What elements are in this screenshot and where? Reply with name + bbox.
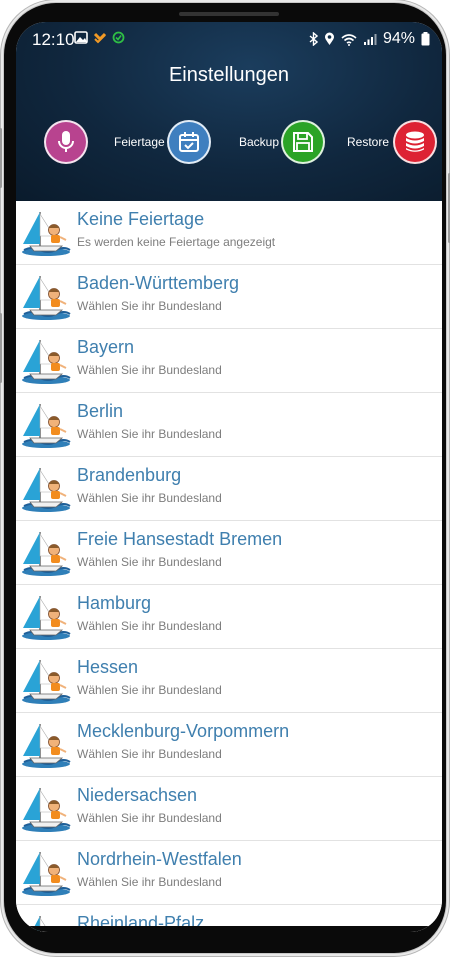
sailboat-mascot-icon (22, 340, 71, 384)
microphone-icon (58, 131, 74, 152)
phone-frame: 12:10 94% Einstellungen Feiertage Backup… (0, 3, 450, 953)
sailboat-mascot-icon (22, 468, 71, 512)
power-button (0, 313, 2, 383)
status-bar: 12:10 94% (16, 22, 442, 56)
image-icon (74, 31, 88, 44)
volume-button (0, 128, 2, 188)
list-item-subtitle: Wählen Sie ihr Bundesland (77, 363, 222, 377)
list-item-8[interactable]: Mecklenburg-Vorpommern Wählen Sie ihr Bu… (16, 713, 442, 777)
list-item-0[interactable]: Keine Feiertage Es werden keine Feiertag… (16, 201, 442, 265)
signal-icon (363, 33, 377, 45)
feiertage-label: Feiertage (114, 135, 165, 149)
database-icon (406, 131, 424, 152)
list-item-title: Niedersachsen (77, 785, 198, 805)
list-item-6[interactable]: Hamburg Wählen Sie ihr Bundesland (16, 585, 442, 649)
bottom-bezel (16, 926, 442, 932)
sailboat-mascot-icon (22, 404, 71, 448)
list-item-subtitle: Wählen Sie ihr Bundesland (77, 427, 222, 441)
wifi-icon (341, 33, 357, 46)
list-item-subtitle: Wählen Sie ihr Bundesland (77, 747, 222, 761)
backup-label: Backup (239, 135, 280, 149)
microphone-button[interactable] (44, 120, 88, 164)
status-time: 12:10 (32, 30, 75, 49)
sailboat-mascot-icon (22, 532, 71, 576)
sync-icon (112, 31, 125, 44)
location-icon (324, 32, 334, 45)
list-item-9[interactable]: Niedersachsen Wählen Sie ihr Bundesland (16, 777, 442, 841)
screen: 12:10 94% Einstellungen Feiertage Backup… (16, 22, 442, 932)
sailboat-mascot-icon (22, 596, 71, 640)
floppy-disk-icon (293, 132, 313, 152)
list-item-title: Hessen (77, 657, 139, 677)
list-item-subtitle: Es werden keine Feiertage angezeigt (77, 235, 276, 249)
list-item-subtitle: Wählen Sie ihr Bundesland (77, 555, 222, 569)
app-notification-icon (93, 32, 107, 44)
list-item-title: Baden-Württemberg (77, 273, 240, 293)
list-item-subtitle: Wählen Sie ihr Bundesland (77, 811, 222, 825)
bluetooth-icon (309, 32, 318, 46)
status-left-icons (74, 31, 125, 44)
header-actions: Feiertage Backup Restore (16, 120, 442, 166)
status-right-icons: 94% (309, 30, 430, 48)
backup-button[interactable] (281, 120, 325, 164)
bundesland-list: Keine Feiertage Es werden keine Feiertag… (16, 201, 442, 932)
list-item-title: Freie Hansestadt Bremen (77, 529, 283, 549)
list-item-title: Brandenburg (77, 465, 182, 485)
list-item-subtitle: Wählen Sie ihr Bundesland (77, 683, 222, 697)
speaker-grille (179, 12, 279, 16)
sailboat-mascot-icon (22, 212, 71, 256)
list-item-subtitle: Wählen Sie ihr Bundesland (77, 875, 222, 889)
sailboat-mascot-icon (22, 852, 71, 896)
list-item-4[interactable]: Brandenburg Wählen Sie ihr Bundesland (16, 457, 442, 521)
sailboat-mascot-icon (22, 660, 71, 704)
header: 12:10 94% Einstellungen Feiertage Backup… (16, 22, 442, 201)
restore-button[interactable] (393, 120, 437, 164)
battery-percent: 94% (382, 30, 415, 47)
list-item-title: Mecklenburg-Vorpommern (77, 721, 290, 741)
calendar-check-icon (179, 132, 199, 152)
list-item-2[interactable]: Bayern Wählen Sie ihr Bundesland (16, 329, 442, 393)
list-item-5[interactable]: Freie Hansestadt Bremen Wählen Sie ihr B… (16, 521, 442, 585)
sailboat-mascot-icon (22, 724, 71, 768)
restore-label: Restore (347, 135, 390, 149)
list-item-title: Keine Feiertage (77, 209, 205, 229)
sailboat-mascot-icon (22, 788, 71, 832)
list-item-subtitle: Wählen Sie ihr Bundesland (77, 491, 222, 505)
list-item-3[interactable]: Berlin Wählen Sie ihr Bundesland (16, 393, 442, 457)
list-item-subtitle: Wählen Sie ihr Bundesland (77, 619, 222, 633)
battery-icon (421, 32, 430, 46)
sailboat-mascot-icon (22, 276, 71, 320)
page-title: Einstellungen (168, 64, 290, 86)
list-item-title: Hamburg (77, 593, 152, 613)
list-item-title: Nordrhein-Westfalen (77, 849, 242, 869)
list-item-title: Bayern (77, 337, 135, 357)
list-item-title: Berlin (77, 401, 124, 421)
list-item-7[interactable]: Hessen Wählen Sie ihr Bundesland (16, 649, 442, 713)
feiertage-button[interactable] (167, 120, 211, 164)
list-item-subtitle: Wählen Sie ihr Bundesland (77, 299, 222, 313)
list-item-1[interactable]: Baden-Württemberg Wählen Sie ihr Bundesl… (16, 265, 442, 329)
list-item-10[interactable]: Nordrhein-Westfalen Wählen Sie ihr Bunde… (16, 841, 442, 905)
